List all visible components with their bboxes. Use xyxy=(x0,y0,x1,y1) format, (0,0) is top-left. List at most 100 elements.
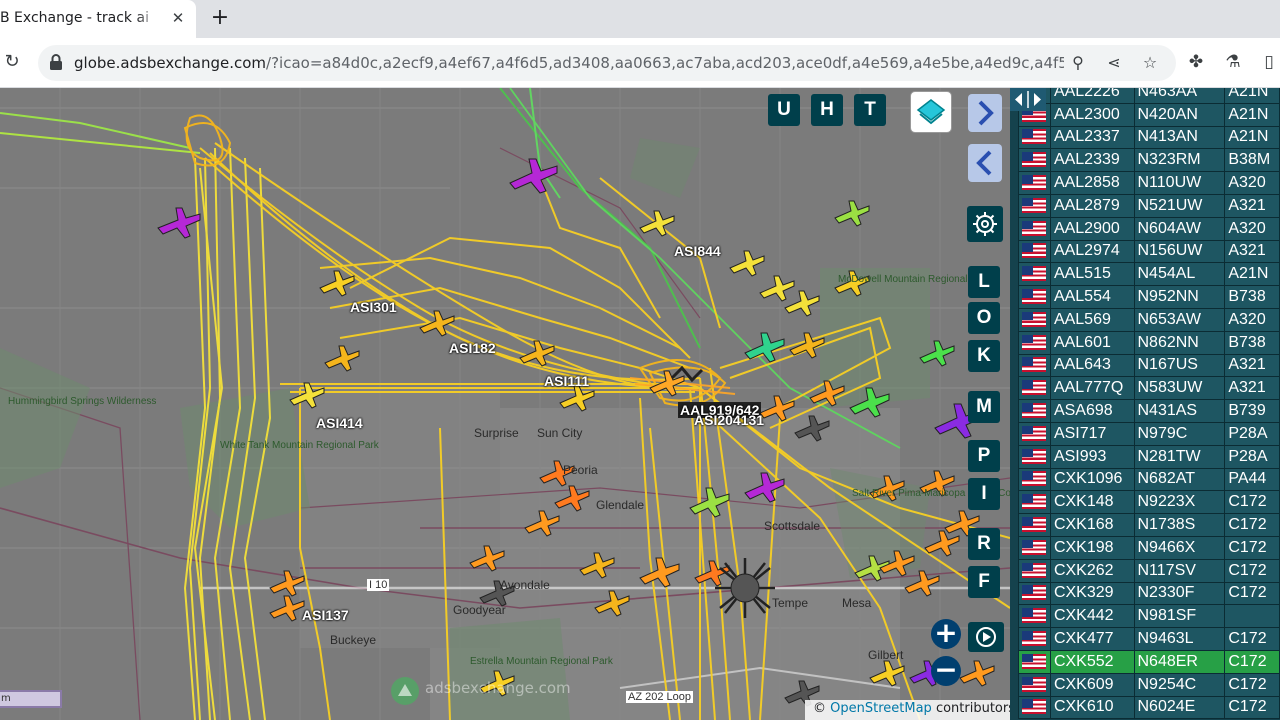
range-toggle-button[interactable]: R xyxy=(968,528,1000,560)
resize-handle[interactable] xyxy=(1010,88,1046,111)
side-panel-icon[interactable]: ▯ xyxy=(1258,51,1280,73)
country-flag-cell xyxy=(1018,558,1051,583)
url-host: globe.adsbexchange.com xyxy=(74,54,267,72)
aircraft-row[interactable]: ASA698 N431AS B739 xyxy=(1018,399,1280,423)
settings-button[interactable] xyxy=(967,206,1003,242)
aircraft-row[interactable]: CXK198 N9466X C172 xyxy=(1018,535,1280,560)
aircraft-row[interactable]: ASI993 N281TW P28A xyxy=(1018,444,1280,469)
location-icon[interactable]: ⚲ xyxy=(1068,53,1088,73)
units-button[interactable]: U xyxy=(768,94,800,126)
aircraft-label[interactable]: ASI301 xyxy=(350,299,397,315)
chevron-left-icon xyxy=(976,150,992,176)
options-toggle-button[interactable]: O xyxy=(968,302,1000,334)
aircraft-type-cell: B738 xyxy=(1224,330,1280,355)
country-flag-cell xyxy=(1018,604,1051,629)
callsign-cell: CXK552 xyxy=(1049,649,1135,674)
aircraft-row[interactable]: AAL2879 N521UW A321 xyxy=(1018,193,1280,218)
aircraft-row[interactable]: AAL554 N952NN B738 xyxy=(1018,285,1280,309)
aircraft-row[interactable]: CXK329 N2330F C172 xyxy=(1018,581,1280,606)
aircraft-row[interactable]: AAL2974 N156UW A321 xyxy=(1018,239,1280,264)
aircraft-row[interactable]: AAL2339 N323RM B38M xyxy=(1018,148,1280,173)
aircraft-row[interactable]: AAL2900 N604AW A320 xyxy=(1018,216,1280,241)
us-flag-icon xyxy=(1022,471,1046,487)
map-view[interactable]: Hummingbird Springs Wilderness White Tan… xyxy=(0,88,1010,720)
callsign-cell: AAL2300 xyxy=(1049,102,1135,127)
aircraft-row[interactable]: AAL2858 N110UW A320 xyxy=(1018,171,1280,195)
country-flag-cell xyxy=(1018,421,1051,446)
reload-icon[interactable]: ↻ xyxy=(0,50,24,74)
aircraft-type-cell: C172 xyxy=(1224,490,1280,515)
aircraft-row[interactable]: AAL601 N862NN B738 xyxy=(1018,330,1280,355)
labels-toggle-button[interactable]: L xyxy=(968,266,1000,298)
park-label: McDowell Mountain Regional Park xyxy=(838,274,991,285)
registration-cell: N2330F xyxy=(1133,581,1226,606)
city-label: Scottsdale xyxy=(764,519,821,533)
us-flag-icon xyxy=(1022,266,1046,282)
aircraft-row[interactable]: CXK168 N1738S C172 xyxy=(1018,513,1280,537)
osm-link[interactable]: OpenStreetMap xyxy=(830,701,932,716)
multiselect-toggle-button[interactable]: M xyxy=(968,391,1000,423)
aircraft-label[interactable]: ASI111 xyxy=(544,373,589,389)
aircraft-row[interactable]: AAL2300 N420AN A21N xyxy=(1018,102,1280,127)
aircraft-label[interactable]: ASI844 xyxy=(674,243,721,259)
collapse-sidebar-button[interactable] xyxy=(968,144,1002,182)
us-flag-icon xyxy=(1022,653,1046,669)
share-icon[interactable]: ⋖ xyxy=(1104,53,1124,73)
new-tab-button[interactable]: + xyxy=(207,5,233,31)
replay-button[interactable] xyxy=(968,622,1004,652)
aircraft-row[interactable]: CXK552 N648ER C172 xyxy=(1018,649,1280,674)
callsign-cell: ASI993 xyxy=(1049,444,1135,469)
trails-button[interactable]: T xyxy=(854,94,886,126)
aircraft-row[interactable]: AAL643 N167US A321 xyxy=(1018,353,1280,378)
registration-cell: N1738S xyxy=(1133,513,1226,537)
aircraft-label[interactable]: ASI204131 xyxy=(694,412,766,428)
aircraft-row[interactable]: CXK1096 N682AT PA44 xyxy=(1018,467,1280,492)
isolate-toggle-button[interactable]: I xyxy=(968,478,1000,510)
persistence-toggle-button[interactable]: P xyxy=(968,440,1000,472)
aircraft-row[interactable]: AAL2226 N463AA A21N xyxy=(1018,88,1280,104)
aircraft-row[interactable]: CXK477 N9463L C172 xyxy=(1018,627,1280,651)
bookmark-star-icon[interactable]: ☆ xyxy=(1140,53,1160,73)
registration-cell: N9466X xyxy=(1133,535,1226,560)
us-flag-icon xyxy=(1022,494,1046,510)
keep-toggle-button[interactable]: K xyxy=(968,340,1000,372)
browser-tab[interactable]: B Exchange - track ai ✕ xyxy=(0,0,196,38)
zoom-out-button[interactable]: − xyxy=(931,656,961,686)
aircraft-label[interactable]: ASI137 xyxy=(302,607,349,623)
aircraft-label[interactable]: ASI182 xyxy=(449,340,496,356)
url-text[interactable]: globe.adsbexchange.com/?icao=a84d0c,a2ec… xyxy=(74,54,1064,72)
aircraft-row[interactable]: AAL777Q N583UW A321 xyxy=(1018,376,1280,401)
address-bar[interactable]: globe.adsbexchange.com/?icao=a84d0c,a2ec… xyxy=(38,45,1176,81)
aircraft-row[interactable]: CXK609 N9254C C172 xyxy=(1018,672,1280,697)
callsign-cell: AAL777Q xyxy=(1049,376,1135,401)
registration-cell: N979C xyxy=(1133,421,1226,446)
lock-icon[interactable] xyxy=(48,53,64,71)
close-tab-icon[interactable]: ✕ xyxy=(168,8,188,28)
aircraft-row[interactable]: CXK442 N981SF xyxy=(1018,604,1280,629)
aircraft-type-cell: B739 xyxy=(1224,399,1280,423)
aircraft-row[interactable]: CXK148 N9223X C172 xyxy=(1018,490,1280,515)
city-label: Glendale xyxy=(596,498,645,512)
aircraft-row[interactable]: CXK610 N6024E C172 xyxy=(1018,695,1280,720)
filter-toggle-button[interactable]: F xyxy=(968,566,1000,598)
aircraft-type-cell: A320 xyxy=(1224,171,1280,195)
layers-button[interactable] xyxy=(910,91,952,133)
zoom-in-button[interactable]: + xyxy=(931,619,961,649)
heatmap-button[interactable]: H xyxy=(811,94,843,126)
callsign-cell: CXK198 xyxy=(1049,535,1135,560)
aircraft-type-cell: C172 xyxy=(1224,535,1280,560)
aircraft-row[interactable]: CXK262 N117SV C172 xyxy=(1018,558,1280,583)
callsign-cell: CXK442 xyxy=(1049,604,1135,629)
aircraft-row[interactable]: AAL515 N454AL A21N xyxy=(1018,262,1280,287)
us-flag-icon xyxy=(1022,289,1046,305)
country-flag-cell xyxy=(1018,490,1051,515)
aircraft-row[interactable]: AAL2337 N413AN A21N xyxy=(1018,125,1280,150)
expand-sidebar-button[interactable] xyxy=(968,94,1002,132)
url-path: /?icao=a84d0c,a2ecf9,a4ef67,a4f6d5,ad340… xyxy=(266,54,1064,72)
extensions-icon[interactable]: ✤ xyxy=(1185,51,1207,73)
aircraft-label[interactable]: ASI414 xyxy=(316,415,363,431)
labs-flask-icon[interactable]: ⚗ xyxy=(1222,51,1244,73)
aircraft-row[interactable]: ASI717 N979C P28A xyxy=(1018,421,1280,446)
aircraft-type-cell: C172 xyxy=(1224,695,1280,720)
aircraft-row[interactable]: AAL569 N653AW A320 xyxy=(1018,307,1280,332)
